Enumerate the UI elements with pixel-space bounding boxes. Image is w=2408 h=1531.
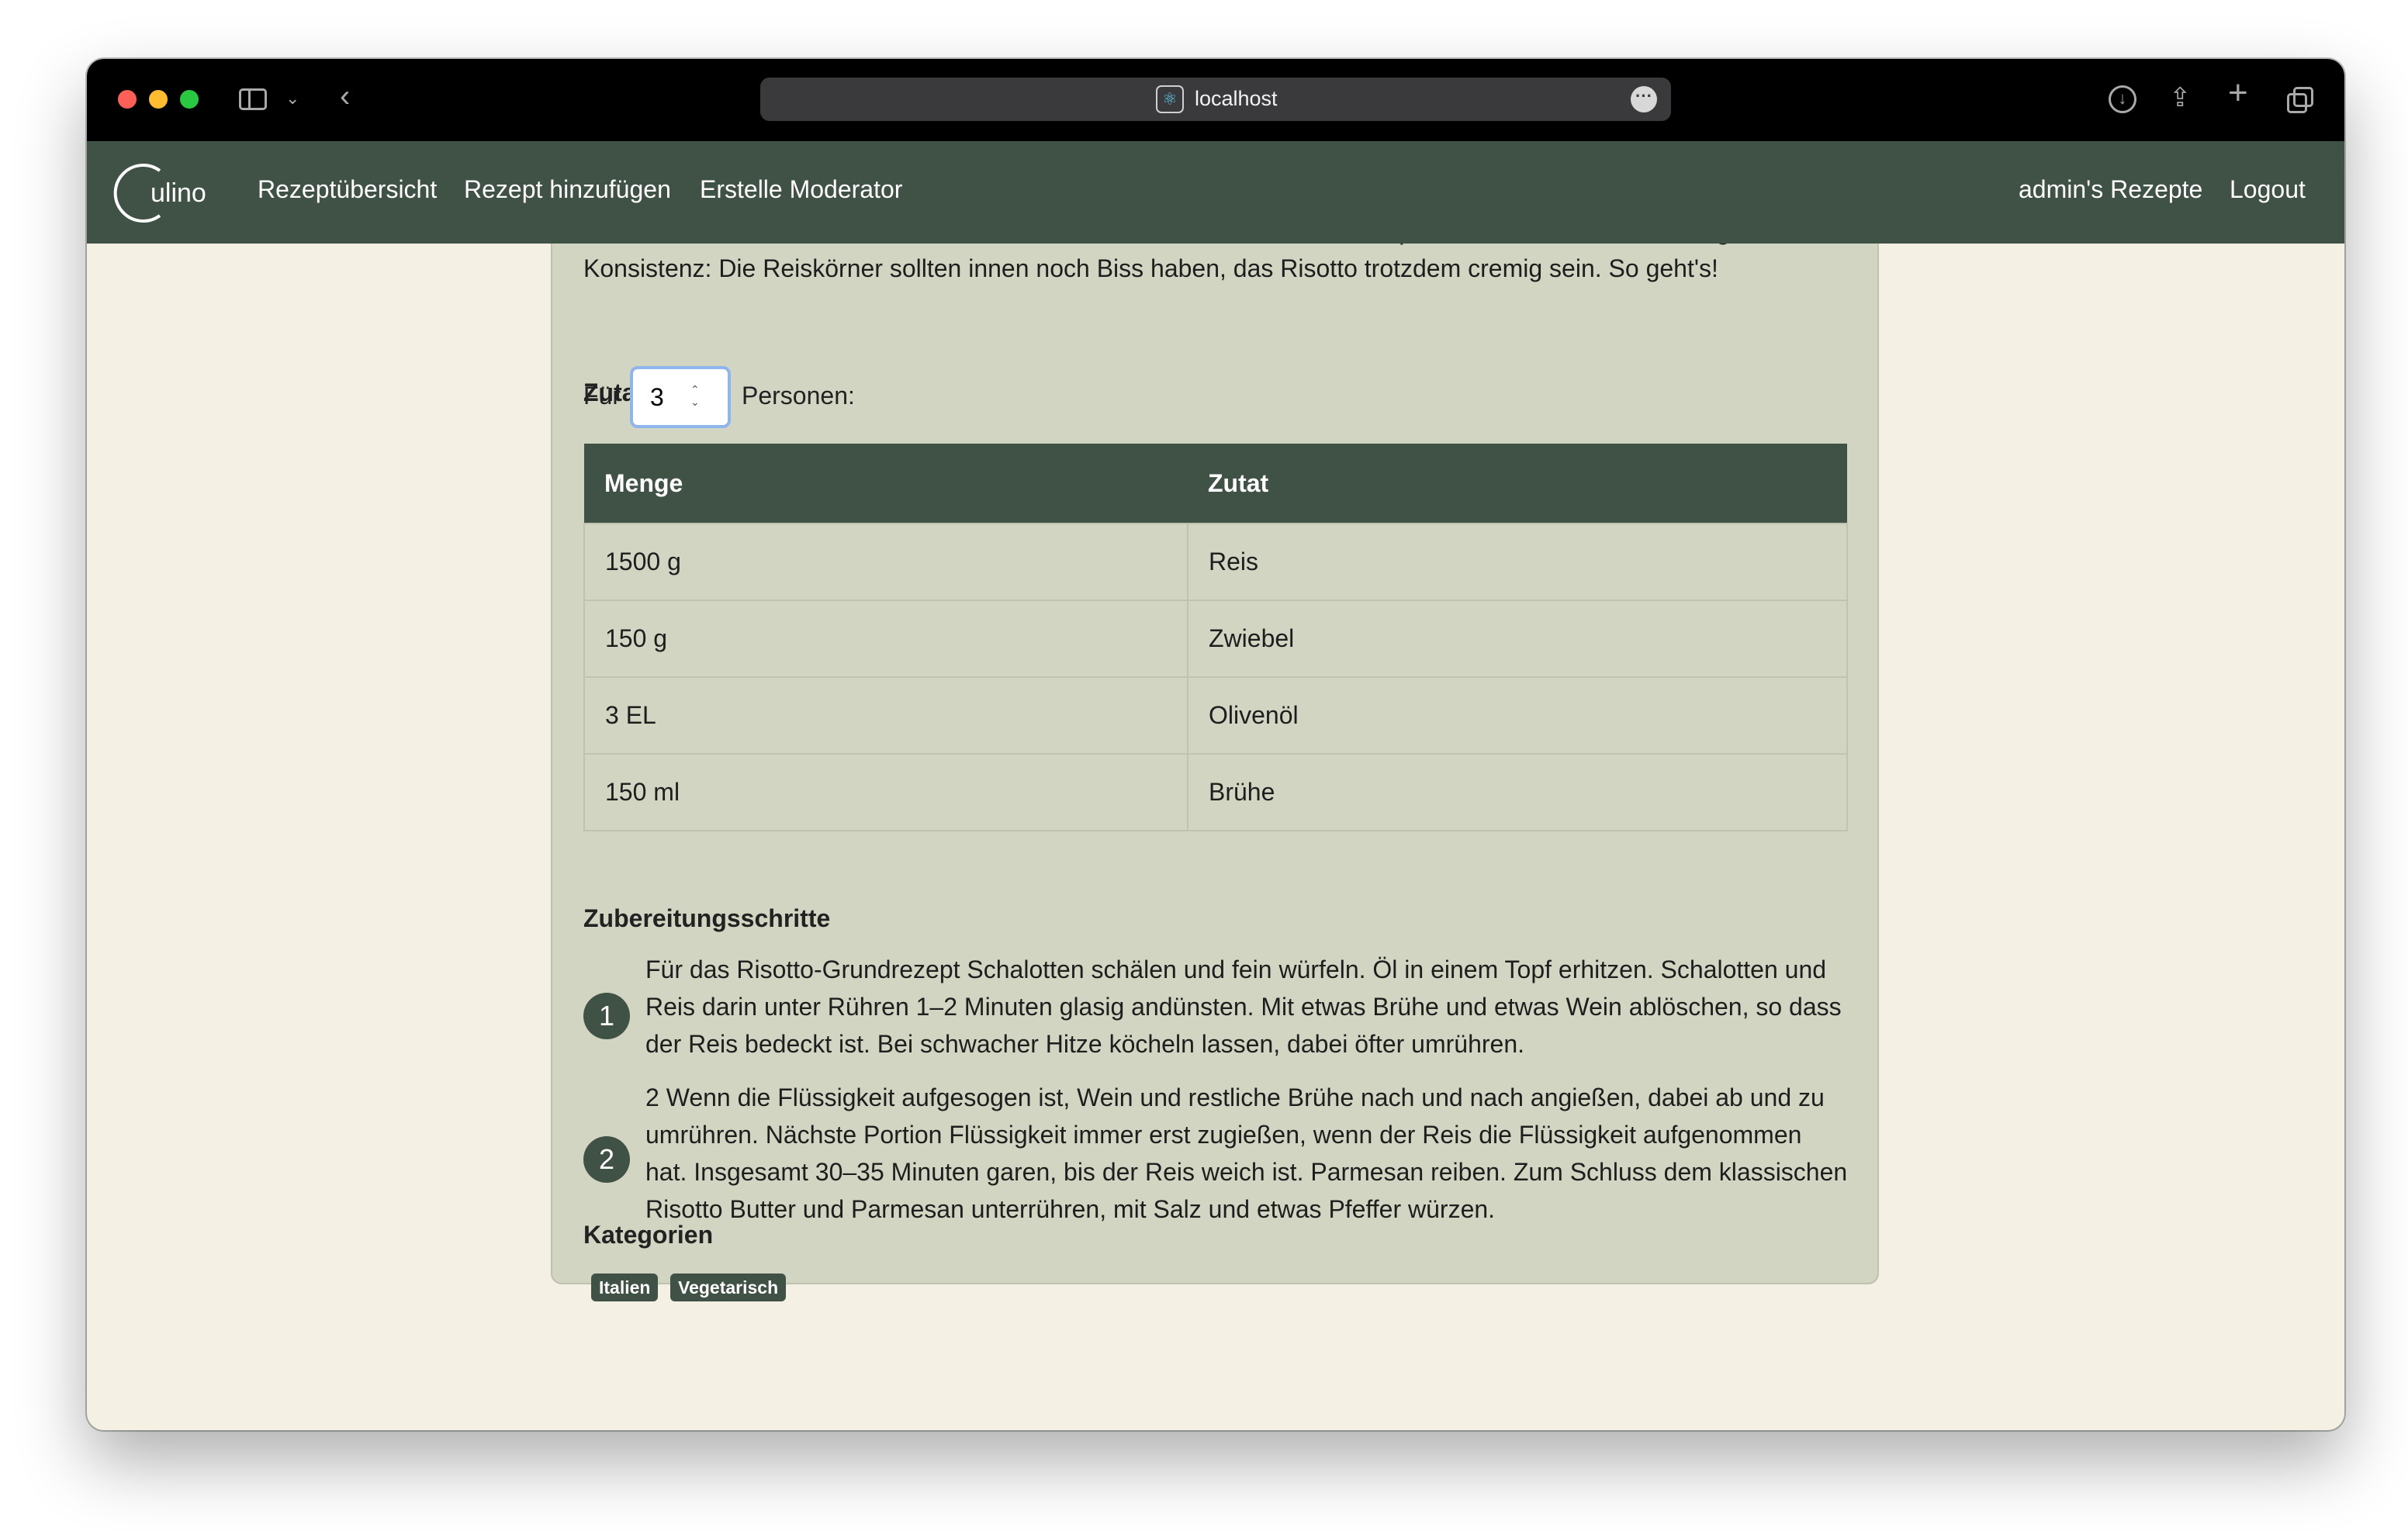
ingredient-amount: 150 g (583, 600, 1188, 678)
recipe-intro-line: Konsistenz: Die Reiskörner sollten innen… (583, 254, 1718, 282)
column-header-zutat: Zutat (1188, 444, 1847, 524)
nav-link-erstelle-moderator[interactable]: Erstelle Moderator (700, 175, 902, 204)
category-badge-italien[interactable]: Italien (591, 1274, 659, 1301)
table-row: 3 EL Olivenöl (583, 676, 1848, 755)
step-number-badge: 2 (583, 1136, 630, 1183)
stepper-arrows-icon[interactable]: ⌃ ⌄ (690, 383, 700, 408)
table-row: 150 g Zwiebel (583, 600, 1848, 678)
react-icon: ⚛ (1156, 85, 1184, 113)
browser-window: ⌄ ‹ ⚛ localhost ··· ↓ ⇪ + ulino Rezeptüb… (87, 59, 2344, 1430)
download-icon[interactable]: ↓ (2109, 85, 2136, 113)
address-bar[interactable]: ⚛ localhost ··· (760, 78, 1671, 121)
sidebar-toggle-icon[interactable] (239, 88, 267, 110)
brand-text: ulino (150, 178, 206, 208)
back-arrow-icon[interactable]: ‹ (340, 81, 350, 112)
nav-link-admins-rezepte[interactable]: admin's Rezepte (2019, 175, 2202, 204)
brand-logo[interactable]: ulino (110, 160, 227, 226)
more-options-icon[interactable]: ··· (1631, 86, 1657, 112)
ingredient-name: Olivenöl (1187, 676, 1848, 755)
nav-link-rezeptuebersicht[interactable]: Rezeptübersicht (258, 175, 437, 204)
step-number-badge: 1 (583, 993, 630, 1039)
ingredient-amount: 150 ml (583, 753, 1188, 831)
categories-title: Kategorien (583, 1221, 714, 1249)
ingredient-name: Zwiebel (1187, 600, 1848, 678)
ingredient-name: Reis (1187, 523, 1848, 601)
brand-logo-mark: ulino (113, 164, 206, 223)
nav-link-rezept-hinzufuegen[interactable]: Rezept hinzufügen (464, 175, 671, 204)
table-header-row: Menge Zutat (584, 444, 1847, 524)
chevron-down-icon[interactable]: ⌄ (285, 88, 299, 109)
tab-overview-icon[interactable] (2287, 87, 2313, 113)
url-text: localhost (1195, 87, 1278, 110)
category-badge-vegetarisch[interactable]: Vegetarisch (670, 1274, 787, 1301)
zoom-window-button[interactable] (180, 90, 199, 109)
ingredient-name: Brühe (1187, 753, 1848, 831)
servings-prefix: Für (583, 382, 621, 410)
table-row: 1500 g Reis (583, 523, 1848, 601)
minimize-window-button[interactable] (149, 90, 168, 109)
servings-suffix: Personen: (742, 382, 855, 410)
app-navbar: ulino Rezeptübersicht Rezept hinzufügen … (87, 141, 2344, 244)
share-icon[interactable]: ⇪ (2169, 82, 2192, 113)
table-row: 150 ml Brühe (583, 753, 1848, 831)
step-text: Für das Risotto-Grundrezept Schalotten s… (645, 956, 1842, 1058)
nav-link-logout[interactable]: Logout (2230, 175, 2306, 204)
ingredients-table: Menge Zutat 1500 g Reis 150 g Zwiebel 3 … (583, 444, 1848, 831)
servings-input[interactable] (630, 366, 731, 428)
new-tab-icon[interactable]: + (2228, 76, 2248, 110)
ingredient-amount: 1500 g (583, 523, 1188, 601)
close-window-button[interactable] (118, 90, 137, 109)
step-text: 2 Wenn die Flüssigkeit aufgesogen ist, W… (645, 1083, 1848, 1223)
steps-title: Zubereitungsschritte (583, 904, 831, 932)
browser-toolbar: ⌄ ‹ ⚛ localhost ··· ↓ ⇪ + (87, 59, 2344, 141)
column-header-menge: Menge (584, 444, 1188, 524)
ingredient-amount: 3 EL (583, 676, 1188, 755)
